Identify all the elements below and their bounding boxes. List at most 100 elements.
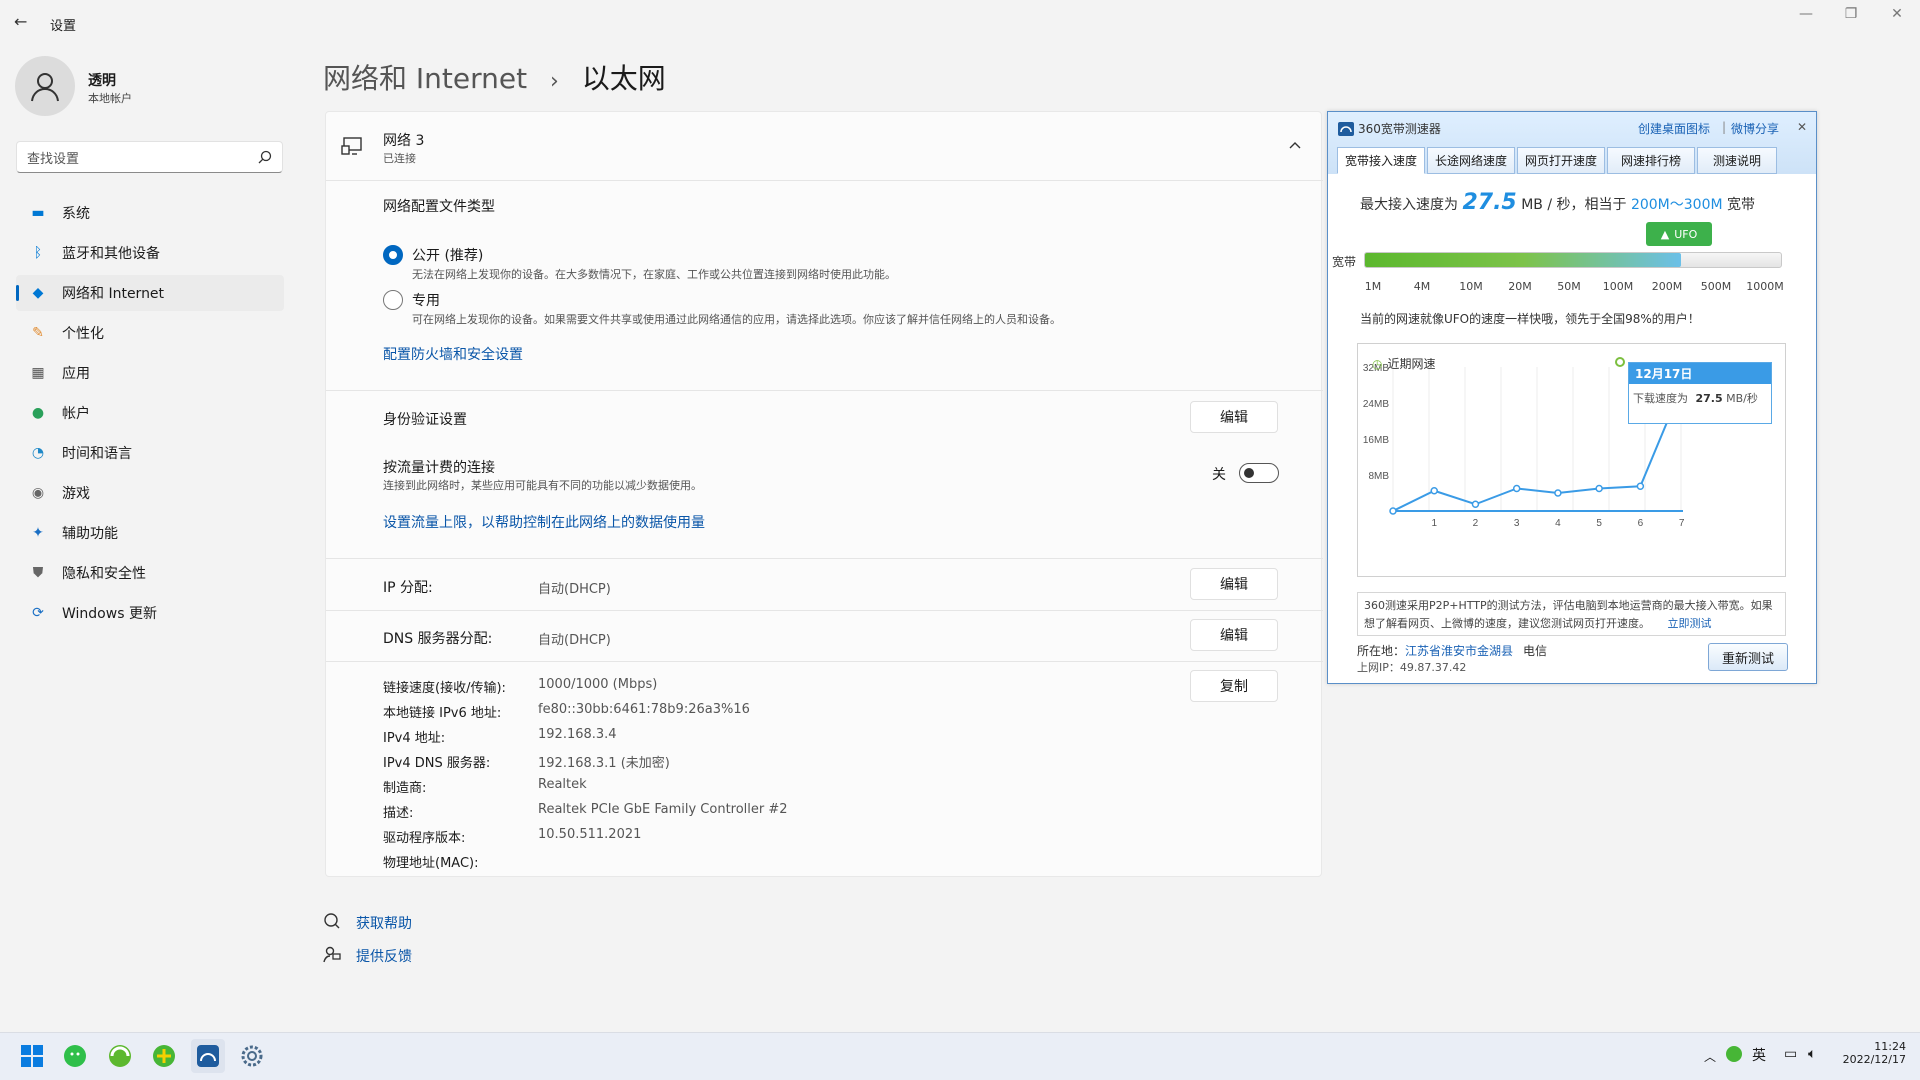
create-desktop-icon-link[interactable]: 创建桌面图标: [1638, 120, 1710, 137]
ufo-badge: ▲ UFO: [1646, 222, 1712, 246]
get-help-link[interactable]: 获取帮助: [356, 913, 412, 933]
wechat-app[interactable]: [58, 1039, 92, 1073]
breadcrumb: 网络和 Internet › 以太网: [323, 57, 666, 97]
chevron-up-icon[interactable]: [1289, 141, 1301, 149]
chart-mode-radio[interactable]: [1615, 357, 1625, 367]
location-value[interactable]: 江苏省淮安市金湖县: [1405, 644, 1513, 658]
property-key: 本地链接 IPv6 地址:: [383, 706, 502, 721]
sidebar-item-label: 帐户: [62, 406, 90, 422]
speedtest-tab-0[interactable]: 宽带接入速度: [1337, 147, 1425, 174]
data-point[interactable]: [1554, 489, 1562, 497]
data-point[interactable]: [1430, 487, 1438, 495]
tooltip-date: 12月17日: [1629, 363, 1771, 384]
feedback-link[interactable]: 提供反馈: [356, 946, 412, 966]
isp-value: 电信: [1523, 644, 1548, 658]
sidebar-item-label: 辅助功能: [62, 526, 118, 542]
test-now-link[interactable]: 立即测试: [1668, 617, 1712, 630]
sidebar-item-8[interactable]: ✦ 辅助功能: [16, 515, 284, 551]
tray-360-icon[interactable]: [1726, 1046, 1742, 1062]
private-radio[interactable]: [383, 290, 403, 310]
sidebar-item-9[interactable]: ⛊ 隐私和安全性: [16, 555, 284, 591]
property-value: Realtek PCIe GbE Family Controller #2: [538, 802, 788, 817]
speedtest-close-button[interactable]: ✕: [1797, 120, 1807, 134]
sidebar-item-2[interactable]: ◆ 网络和 Internet: [16, 275, 284, 311]
clock[interactable]: 11:24 2022/12/17: [1842, 1040, 1906, 1066]
property-key: 驱动程序版本:: [383, 831, 466, 846]
sidebar-item-1[interactable]: ᛒ 蓝牙和其他设备: [16, 235, 284, 271]
speedtest-app[interactable]: [191, 1039, 225, 1073]
network-tray-icon[interactable]: ▭: [1784, 1046, 1797, 1062]
time-language-icon: ◔: [31, 445, 45, 461]
data-point[interactable]: [1595, 484, 1603, 493]
dns-edit-button[interactable]: 编辑: [1190, 619, 1278, 651]
back-button[interactable]: ←: [14, 12, 27, 31]
clock-time: 11:24: [1874, 1040, 1906, 1053]
property-key: 制造商:: [383, 781, 427, 796]
volume-icon[interactable]: 🔈︎: [1808, 1046, 1816, 1062]
auth-edit-button[interactable]: 编辑: [1190, 401, 1278, 433]
sidebar-item-4[interactable]: ▦ 应用: [16, 355, 284, 391]
start-icon: [21, 1045, 43, 1067]
close-button[interactable]: ✕: [1877, 6, 1917, 22]
retest-button[interactable]: 重新测试: [1708, 643, 1788, 671]
x-tick-label: 2: [1473, 518, 1479, 529]
property-value: fe80::30bb:6461:78b9:26a3%16: [538, 702, 750, 717]
search-icon: [258, 150, 272, 164]
tray-chevron-icon[interactable]: ︿: [1704, 1048, 1716, 1065]
maximize-button[interactable]: ❐: [1831, 6, 1871, 22]
start-button[interactable]: [15, 1039, 49, 1073]
metered-toggle[interactable]: [1239, 463, 1279, 483]
location-label: 所在地：: [1357, 644, 1406, 658]
browser-app[interactable]: [103, 1039, 137, 1073]
speedtest-tab-4[interactable]: 测速说明: [1697, 147, 1777, 174]
x-tick-label: 5: [1596, 518, 1602, 529]
avatar[interactable]: [15, 56, 75, 116]
data-point[interactable]: [1512, 484, 1521, 493]
accessibility-icon: ✦: [32, 525, 44, 541]
data-point[interactable]: [1636, 482, 1645, 490]
property-value: 1000/1000 (Mbps): [538, 677, 658, 692]
scale-tick-label: 10M: [1459, 280, 1483, 293]
browser-icon: [109, 1045, 131, 1067]
page-title: 以太网: [581, 62, 666, 95]
search-input[interactable]: 查找设置: [16, 141, 283, 173]
sidebar-item-3[interactable]: ✎ 个性化: [16, 315, 284, 351]
speedtest-tab-3[interactable]: 网速排行榜: [1607, 147, 1695, 174]
firewall-link[interactable]: 配置防火墙和安全设置: [383, 344, 523, 364]
sidebar-item-5[interactable]: ● 帐户: [16, 395, 284, 431]
scale-tick-label: 1M: [1364, 280, 1382, 293]
speedtest-title-bar: 360宽带测速器: [1338, 120, 1441, 137]
scale-tick-label: 100M: [1602, 280, 1634, 293]
speed-message: 当前的网速就像UFO的速度一样快哦，领先于全国98%的用户！: [1360, 312, 1700, 326]
360-security-app[interactable]: [147, 1039, 181, 1073]
sidebar-item-10[interactable]: ⟳ Windows 更新: [16, 595, 284, 631]
data-point[interactable]: [1471, 500, 1480, 508]
profile-type-title: 网络配置文件类型: [383, 199, 495, 215]
weibo-share-link[interactable]: 微博分享: [1731, 120, 1779, 137]
x-tick-label: 7: [1679, 518, 1685, 529]
speedtest-tab-2[interactable]: 网页打开速度: [1517, 147, 1605, 174]
speedtest-window: 360宽带测速器 创建桌面图标 | 微博分享 ✕ 宽带接入速度 长途网络速度 网页打…: [1327, 111, 1817, 684]
sidebar-item-0[interactable]: ▬ 系统: [16, 195, 284, 231]
speed-bar-fill: [1365, 253, 1682, 267]
y-tick-label: 24MB: [1363, 399, 1389, 410]
speedtest-tab-1[interactable]: 长途网络速度: [1427, 147, 1515, 174]
clock-date: 2022/12/17: [1842, 1053, 1906, 1066]
y-tick-label: 16MB: [1363, 435, 1389, 446]
ip-edit-button[interactable]: 编辑: [1190, 568, 1278, 600]
sidebar-item-7[interactable]: ◉ 游戏: [16, 475, 284, 511]
settings-icon: [241, 1045, 263, 1067]
link-divider: |: [1722, 120, 1727, 134]
minimize-button[interactable]: —: [1786, 6, 1826, 22]
settings-app[interactable]: [235, 1039, 269, 1073]
ime-indicator[interactable]: 英: [1752, 1045, 1766, 1065]
public-radio[interactable]: [383, 245, 403, 265]
sidebar-item-6[interactable]: ◔ 时间和语言: [16, 435, 284, 471]
tooltip-prefix: 下载速度为: [1633, 392, 1688, 405]
gaming-icon: ◉: [31, 485, 45, 501]
copy-button[interactable]: 复制: [1190, 670, 1278, 702]
data-limit-link[interactable]: 设置流量上限，以帮助控制在此网络上的数据使用量: [383, 512, 705, 532]
data-point[interactable]: [1389, 507, 1397, 515]
breadcrumb-parent[interactable]: 网络和 Internet: [323, 62, 527, 95]
property-key: IPv4 地址:: [383, 731, 446, 746]
